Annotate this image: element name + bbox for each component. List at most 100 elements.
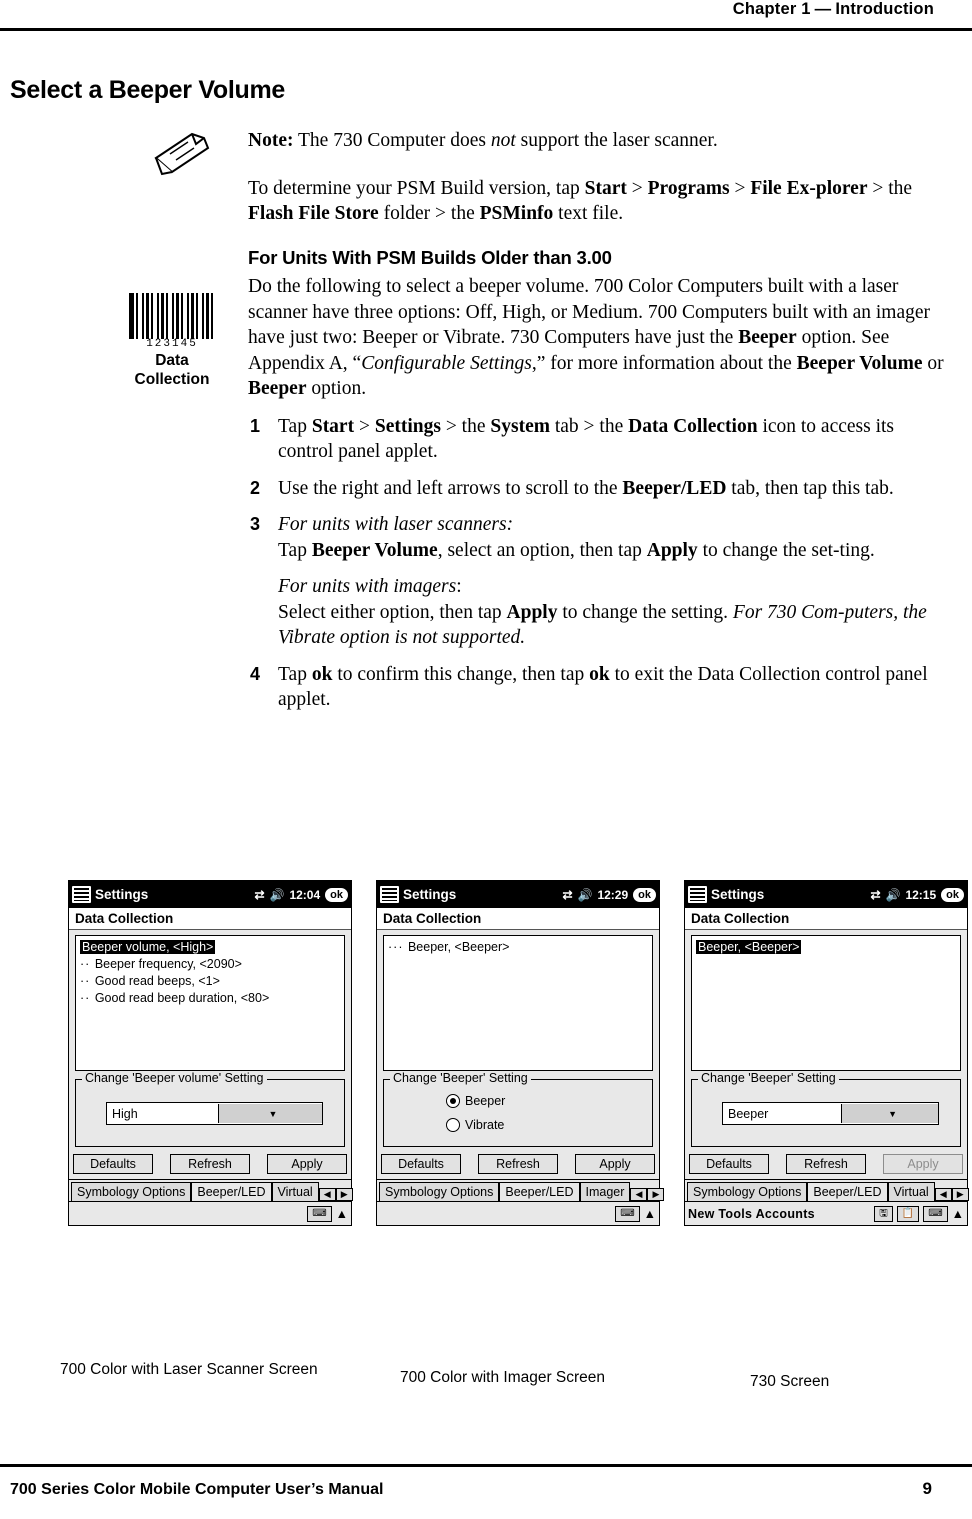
titlebar-label: Settings: [711, 887, 765, 902]
tab-scroll-left-icon[interactable]: ◀: [934, 1188, 952, 1201]
data-collection-icon: 123145 Data Collection: [120, 293, 224, 388]
copy-icon[interactable]: 📋: [896, 1205, 920, 1222]
save-icon[interactable]: 🖫: [874, 1205, 893, 1222]
taskbar-menus[interactable]: New Tools Accounts: [688, 1207, 815, 1221]
pb-t3: >: [729, 177, 751, 199]
step-item: 2 Use the right and left arrows to scroll…: [248, 476, 948, 502]
pm-t4: or: [922, 352, 944, 374]
step-number: 1: [250, 415, 261, 436]
note-italic: not: [490, 130, 516, 151]
footer-title: 700 Series Color Mobile Computer User’s …: [10, 1481, 384, 1498]
tree-item[interactable]: Beeper volume, <High>: [80, 939, 340, 956]
tab-scroll-buttons: ◀ ▶: [630, 1188, 665, 1201]
note-text-2: support the laser scanner.: [515, 130, 718, 151]
numbered-steps: 1 Tap Start > Settings > the System tab >…: [248, 414, 948, 713]
defaults-button[interactable]: Defaults: [381, 1154, 461, 1174]
step-plain: > the: [440, 415, 491, 437]
step-item: 4 Tap ok to confirm this change, then tap…: [248, 662, 948, 713]
applet-body: Beeper, <Beeper> Change 'Beeper' Setting B…: [685, 930, 967, 1147]
value-dropdown[interactable]: High ▼: [106, 1102, 323, 1125]
apply-button[interactable]: Apply: [267, 1154, 347, 1174]
pb-programs: Programs: [647, 177, 730, 199]
tree-item[interactable]: Beeper, <Beeper>: [696, 939, 956, 956]
subheading: For Units With PSM Builds Older than 3.0…: [248, 246, 612, 268]
applet-body: ··· Beeper, <Beeper> Change 'Beeper' Sett…: [377, 930, 659, 1147]
page-number: 9: [922, 1479, 932, 1498]
keyboard-icon[interactable]: ⌨: [615, 1205, 640, 1222]
step-bold: Beeper Volume: [311, 539, 438, 561]
connectivity-icon[interactable]: ⇄: [562, 888, 572, 902]
tab-beeper-led[interactable]: Beeper/LED: [499, 1182, 580, 1201]
refresh-button[interactable]: Refresh: [786, 1154, 866, 1174]
refresh-button[interactable]: Refresh: [170, 1154, 250, 1174]
windows-flag-icon[interactable]: [72, 886, 91, 903]
ok-button[interactable]: ok: [941, 887, 964, 902]
connectivity-icon[interactable]: ⇄: [870, 888, 880, 902]
step-bold: Settings: [374, 415, 441, 437]
windows-flag-icon[interactable]: [380, 886, 399, 903]
tab-symbology-options[interactable]: Symbology Options: [71, 1182, 192, 1201]
tab-scroll-right-icon[interactable]: ▶: [951, 1188, 969, 1201]
step-plain: >: [354, 415, 375, 437]
pb-psminfo: PSMinfo: [479, 203, 554, 224]
settings-tree[interactable]: Beeper volume, <High> ·· Beeper frequency…: [75, 935, 345, 1071]
radio-indicator-icon[interactable]: [446, 1118, 460, 1132]
tab-strip: Symbology Options Beeper/LED Imager ◀ ▶: [377, 1179, 665, 1201]
tree-item[interactable]: ·· Good read beep duration, <80>: [80, 990, 340, 1007]
tab-scroll-left-icon[interactable]: ◀: [318, 1188, 336, 1201]
tree-item[interactable]: ·· Good read beeps, <1>: [80, 973, 340, 990]
psm-build-paragraph: To determine your PSM Build version, tap…: [248, 176, 948, 227]
tree-connector: ··: [80, 957, 95, 971]
keyboard-icon[interactable]: ⌨: [923, 1205, 948, 1222]
pm-beeper-volume: Beeper Volume: [796, 352, 923, 374]
tab-imager[interactable]: Imager: [579, 1182, 631, 1201]
tab-beeper-led[interactable]: Beeper/LED: [807, 1182, 888, 1201]
defaults-button[interactable]: Defaults: [73, 1154, 153, 1174]
radio-option[interactable]: Vibrate: [446, 1118, 504, 1132]
step-plain: to confirm this change, then tap: [332, 663, 590, 685]
tree-item-label: Good read beep duration, <80>: [94, 991, 270, 1005]
tab-virtual[interactable]: Virtual: [887, 1182, 935, 1201]
tab-symbology-options[interactable]: Symbology Options: [687, 1182, 808, 1201]
tab-scroll-right-icon[interactable]: ▶: [647, 1188, 665, 1201]
tab-virtual[interactable]: Virtual: [271, 1182, 319, 1201]
volume-icon[interactable]: 🔊: [578, 888, 593, 902]
tab-scroll-left-icon[interactable]: ◀: [630, 1188, 648, 1201]
connectivity-icon[interactable]: ⇄: [254, 888, 264, 902]
applet-title: Data Collection: [377, 908, 659, 930]
refresh-button[interactable]: Refresh: [478, 1154, 558, 1174]
pb-plorer: plorer: [815, 177, 868, 199]
device-screenshot: Settings ⇄ 🔊 12:29 ok Data Collection ··· Beep…: [376, 880, 665, 1226]
defaults-button[interactable]: Defaults: [689, 1154, 769, 1174]
tab-symbology-options[interactable]: Symbology Options: [379, 1182, 500, 1201]
windows-flag-icon[interactable]: [688, 886, 707, 903]
tab-beeper-led[interactable]: Beeper/LED: [191, 1182, 272, 1201]
keyboard-icon[interactable]: ⌨: [307, 1205, 332, 1222]
input-panel-arrow-icon[interactable]: ▲: [336, 1207, 348, 1221]
chevron-down-icon[interactable]: ▼: [841, 1104, 938, 1123]
tree-connector: ··: [80, 974, 95, 988]
input-panel-arrow-icon[interactable]: ▲: [952, 1207, 964, 1221]
step-bold: Apply: [506, 601, 558, 623]
ok-button[interactable]: ok: [633, 887, 656, 902]
step-plain: tab > the: [549, 415, 629, 437]
radio-option[interactable]: Beeper: [446, 1094, 505, 1108]
apply-button[interactable]: Apply: [575, 1154, 655, 1174]
pb-t4: > the: [867, 177, 913, 199]
tree-item[interactable]: ··· Beeper, <Beeper>: [388, 939, 648, 956]
step-bold: ok: [311, 663, 333, 685]
ok-button[interactable]: ok: [325, 887, 348, 902]
settings-tree[interactable]: Beeper, <Beeper>: [691, 935, 961, 1071]
input-panel-arrow-icon[interactable]: ▲: [644, 1207, 656, 1221]
radio-indicator-icon[interactable]: [446, 1094, 460, 1108]
value-dropdown[interactable]: Beeper ▼: [722, 1102, 939, 1125]
settings-tree[interactable]: ··· Beeper, <Beeper>: [383, 935, 653, 1071]
tree-item[interactable]: ·· Beeper frequency, <2090>: [80, 956, 340, 973]
screen-titlebar: Settings ⇄ 🔊 12:04 ok: [69, 881, 351, 908]
clock-time: 12:15: [905, 887, 937, 902]
volume-icon[interactable]: 🔊: [270, 888, 285, 902]
titlebar-status-icons: ⇄ 🔊 12:15 ok: [870, 887, 964, 902]
tab-scroll-right-icon[interactable]: ▶: [335, 1188, 353, 1201]
volume-icon[interactable]: 🔊: [886, 888, 901, 902]
chevron-down-icon[interactable]: ▼: [217, 1104, 322, 1123]
